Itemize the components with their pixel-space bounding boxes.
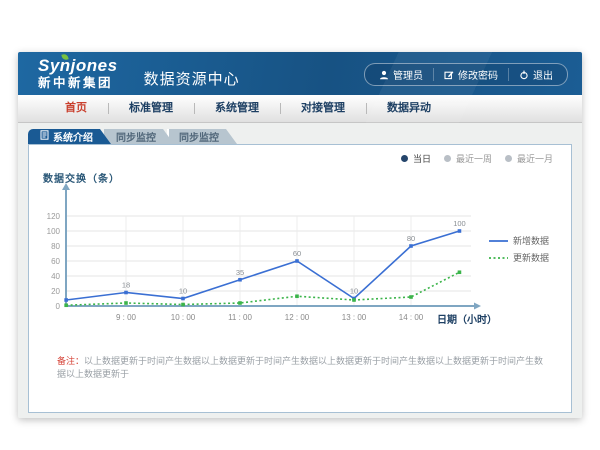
- data-point-label: 80: [407, 234, 415, 243]
- tab-label: 系统介绍: [53, 129, 93, 144]
- y-tick-label: 100: [47, 227, 61, 236]
- nav-item-1[interactable]: 首页: [44, 95, 108, 122]
- data-point-label: 60: [293, 249, 301, 258]
- data-point-label: 10: [350, 287, 358, 296]
- user-menu-label: 修改密码: [458, 67, 498, 82]
- user-icon: [379, 70, 389, 80]
- data-point: [352, 298, 356, 302]
- tab-3[interactable]: 同步监控: [167, 129, 237, 144]
- nav-item-3[interactable]: 系统管理: [194, 95, 280, 122]
- data-point: [295, 259, 299, 263]
- tab-label: 同步监控: [116, 129, 156, 144]
- range-filter-label: 最近一月: [517, 152, 553, 165]
- range-filter-2[interactable]: 最近一周: [444, 152, 492, 165]
- data-point-label: 35: [236, 268, 244, 277]
- y-tick-label: 20: [51, 287, 60, 296]
- edit-icon: [444, 70, 454, 80]
- user-menu-item-2[interactable]: 修改密码: [433, 68, 508, 81]
- data-point: [458, 270, 462, 274]
- footnote-label: 备注：: [57, 356, 84, 366]
- nav-item-4[interactable]: 对接管理: [280, 95, 366, 122]
- range-filter-label: 当日: [413, 152, 431, 165]
- main-nav: 首页标准管理系统管理对接管理数据异动: [18, 95, 582, 123]
- y-tick-label: 120: [47, 212, 61, 221]
- data-point: [458, 229, 462, 233]
- data-point: [181, 297, 185, 301]
- radio-dot-icon: [444, 155, 451, 162]
- tab-2[interactable]: 同步监控: [104, 129, 174, 144]
- y-tick-label: 60: [51, 257, 60, 266]
- logo-company: 新中新集团: [38, 77, 118, 90]
- document-icon: [40, 130, 49, 143]
- data-point: [238, 278, 242, 282]
- series-line-1: [66, 231, 459, 300]
- y-tick-label: 40: [51, 272, 60, 281]
- x-tick-label: 9 : 00: [116, 313, 137, 322]
- x-tick-label: 13 : 00: [342, 313, 367, 322]
- y-axis-arrow-icon: [62, 183, 70, 190]
- x-tick-label: 12 : 00: [285, 313, 310, 322]
- x-axis-arrow-icon: [474, 303, 481, 310]
- logo: Synjones 新中新集团: [38, 57, 118, 90]
- data-point: [124, 301, 128, 305]
- tab-1[interactable]: 系统介绍: [28, 129, 111, 144]
- range-filter-1[interactable]: 当日: [401, 152, 431, 165]
- data-point: [409, 244, 413, 248]
- user-menu-item-1[interactable]: 管理员: [369, 68, 433, 81]
- range-filter-group: 当日 最近一周 最近一月: [401, 152, 553, 165]
- tab-label: 同步监控: [179, 129, 219, 144]
- x-tick-label: 11 : 00: [228, 313, 252, 322]
- header: Synjones 新中新集团 数据资源中心 管理员 修改密码 退出: [18, 52, 582, 95]
- radio-dot-icon: [505, 155, 512, 162]
- legend-label-2: 更新数据: [513, 252, 549, 263]
- content-area: 系统介绍同步监控同步监控 当日最近一周最近一月 数据交换（条） 02040608…: [18, 123, 582, 418]
- tab-bar: 系统介绍 同步监控 同步监控: [28, 129, 230, 144]
- page-title: 数据资源中心: [144, 68, 240, 89]
- range-filter-3[interactable]: 最近一月: [505, 152, 553, 165]
- data-point: [181, 303, 185, 307]
- page: { "header": { "logo_brand": "Synjones", …: [0, 0, 600, 450]
- user-menu-label: 管理员: [393, 67, 423, 82]
- x-axis-title: 日期（小时）: [437, 313, 497, 326]
- x-tick-label: 10 : 00: [171, 313, 196, 322]
- nav-item-5[interactable]: 数据异动: [366, 95, 452, 122]
- y-tick-label: 0: [56, 302, 61, 311]
- radio-dot-icon: [401, 155, 408, 162]
- legend-label-1: 新增数据: [513, 235, 549, 246]
- data-point-label: 10: [179, 287, 187, 296]
- data-point: [124, 291, 128, 295]
- data-point-label: 18: [122, 281, 130, 290]
- data-point: [409, 295, 413, 299]
- user-menu-label: 退出: [533, 67, 553, 82]
- range-filter-label: 最近一周: [456, 152, 492, 165]
- footnote-text: 以上数据更新于时间产生数据以上数据更新于时间产生数据以上数据更新于时间产生数据以…: [57, 356, 543, 379]
- data-point: [295, 294, 299, 298]
- app-window: Synjones 新中新集团 数据资源中心 管理员修改密码退出 首页标准管理系统…: [18, 52, 582, 418]
- power-icon: [519, 70, 529, 80]
- chart-panel: 当日最近一周最近一月 数据交换（条） 0204060801001209 : 00…: [28, 144, 572, 413]
- y-tick-label: 80: [51, 242, 60, 251]
- data-point: [64, 303, 68, 307]
- data-point: [64, 298, 68, 302]
- data-point: [238, 301, 242, 305]
- user-menu: 管理员 修改密码 退出: [364, 63, 568, 86]
- nav-item-2[interactable]: 标准管理: [108, 95, 194, 122]
- logo-brand: Synjones: [38, 57, 118, 74]
- x-tick-label: 14 : 00: [399, 313, 424, 322]
- footnote: 备注：以上数据更新于时间产生数据以上数据更新于时间产生数据以上数据更新于时间产生…: [57, 355, 551, 380]
- user-menu-item-3[interactable]: 退出: [508, 68, 563, 81]
- data-point-label: 100: [453, 219, 466, 228]
